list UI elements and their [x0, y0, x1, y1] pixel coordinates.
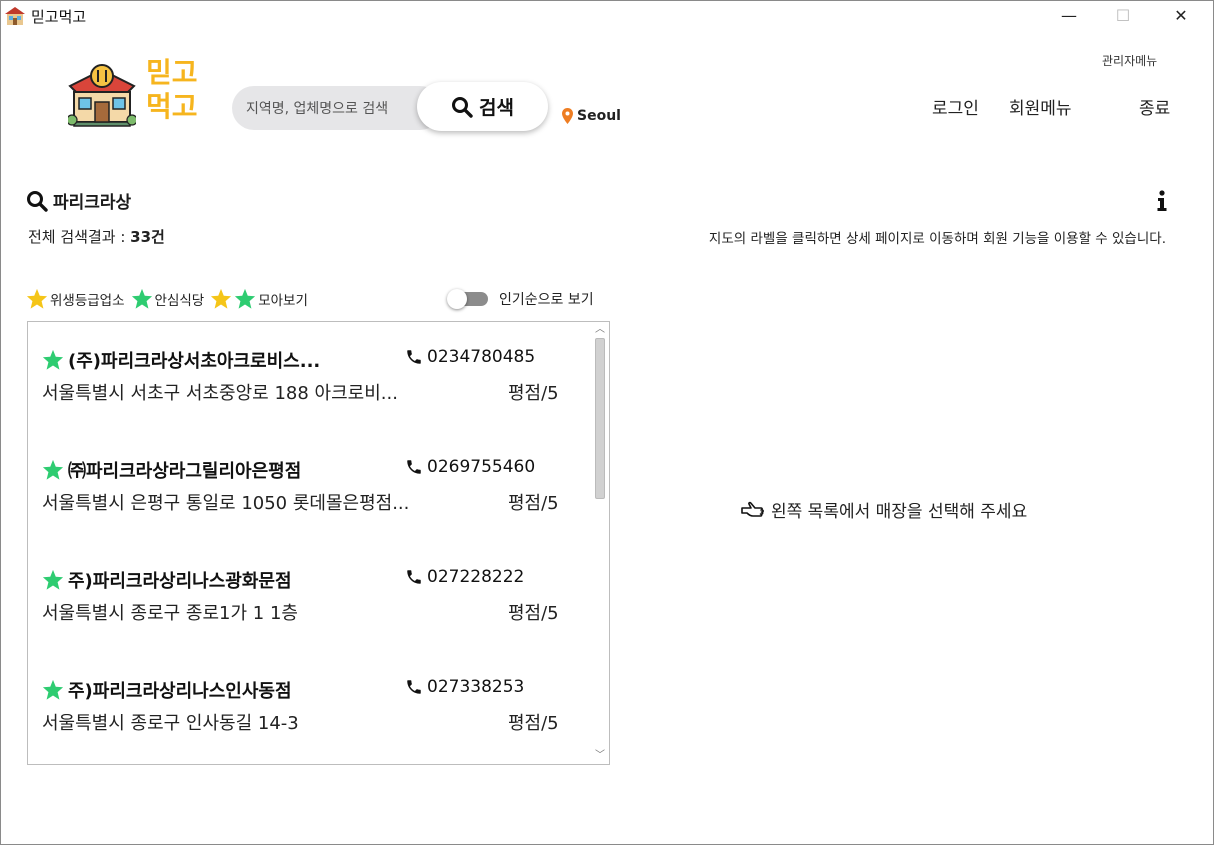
toggle-knob: [447, 289, 467, 309]
search-field-wrapper: [232, 86, 442, 132]
popularity-sort-toggle[interactable]: [447, 289, 489, 309]
exit-link[interactable]: 종료: [1139, 94, 1170, 119]
store-address: 서울특별시 종로구 종로1가 1 1층: [42, 603, 298, 624]
list-item[interactable]: (주)파리크라상서초아크로비스... 0234780485 서울특별시 서초구 …: [42, 322, 572, 404]
info-icon[interactable]: [1154, 190, 1170, 212]
phone-icon: [407, 680, 421, 694]
member-menu-link[interactable]: 회원메뉴: [1009, 94, 1072, 119]
total-results-count: 33건: [130, 228, 165, 246]
query-text: 파리크라상: [53, 193, 132, 213]
store-rating: 평점/5: [508, 383, 559, 404]
phone-icon: [407, 460, 421, 474]
yellow-star-icon: [211, 288, 232, 309]
phone-icon: [407, 570, 421, 584]
store-name: 주)파리크라상리나스인사동점: [68, 681, 292, 702]
restaurant-logo-icon: [68, 64, 136, 127]
location-indicator[interactable]: Seoul: [562, 108, 621, 124]
logo-line-2: 먹고: [146, 90, 198, 123]
green-star-icon: [42, 679, 64, 700]
list-item[interactable]: 주)파리크라상리나스광화문점 027228222 서울특별시 종로구 종로1가 …: [42, 542, 572, 624]
green-star-icon: [131, 288, 152, 309]
store-phone: 027228222: [427, 567, 525, 587]
maximize-button[interactable]: ☐: [1100, 1, 1146, 31]
pointing-hand-icon: [741, 501, 764, 517]
filter-bar: 위생등급업소 안심식당 모아보기: [26, 288, 314, 310]
yellow-star-icon: [26, 288, 48, 309]
green-star-icon: [235, 288, 256, 309]
info-message: 지도의 라벨을 클릭하면 상세 페이지로 이동하며 회원 기능을 이용할 수 있…: [708, 231, 1166, 247]
store-phone: 0269755460: [427, 457, 536, 477]
store-address: 서울특별시 종로구 인사동길 14-3: [42, 713, 299, 734]
logo-text: 믿고 먹고: [146, 56, 206, 124]
search-button-label: 검색: [479, 97, 514, 119]
total-results: 전체 검색결과 : 33건: [28, 226, 165, 247]
list-scrollbar[interactable]: ︿ ﹀: [592, 322, 608, 764]
title-bar: 믿고먹고 — ☐ ✕: [1, 1, 1213, 31]
store-address: 서울특별시 서초구 서초중앙로 188 아크로비...: [42, 383, 398, 404]
scroll-down-icon[interactable]: ﹀: [592, 748, 608, 764]
store-address: 서울특별시 은평구 통일로 1050 롯데몰은평점...: [42, 493, 410, 514]
app-icon: [5, 7, 25, 25]
location-label: Seoul: [577, 108, 621, 124]
store-name: 주)파리크라상리나스광화문점: [68, 571, 292, 592]
green-star-icon: [42, 569, 64, 590]
detail-placeholder: 왼쪽 목록에서 매장을 선택해 주세요: [741, 497, 1027, 522]
store-phone: 027338253: [427, 677, 525, 697]
total-results-label: 전체 검색결과 :: [28, 228, 131, 246]
result-list[interactable]: (주)파리크라상서초아크로비스... 0234780485 서울특별시 서초구 …: [27, 321, 610, 765]
filter-hygiene-label: 위생등급업소: [50, 293, 125, 309]
map-pin-icon: [562, 108, 573, 124]
window-title: 믿고먹고: [31, 8, 87, 26]
scroll-thumb[interactable]: [595, 338, 605, 499]
filter-safe[interactable]: 안심식당: [131, 288, 205, 310]
logo-line-1: 믿고: [146, 56, 198, 89]
detail-placeholder-text: 왼쪽 목록에서 매장을 선택해 주세요: [771, 502, 1028, 522]
admin-menu-link[interactable]: 관리자메뉴: [1102, 52, 1157, 69]
store-name: (주)파리크라상서초아크로비스...: [68, 351, 321, 372]
search-button[interactable]: 검색: [417, 82, 548, 131]
store-rating: 평점/5: [508, 713, 559, 734]
search-icon: [452, 96, 473, 118]
list-item[interactable]: 주)파리크라상리나스인사동점 027338253 서울특별시 종로구 인사동길 …: [42, 652, 572, 734]
filter-all-label: 모아보기: [258, 293, 308, 309]
filter-hygiene[interactable]: 위생등급업소: [26, 288, 125, 310]
filter-all[interactable]: 모아보기: [210, 288, 308, 310]
search-input[interactable]: [244, 86, 418, 132]
close-button[interactable]: ✕: [1158, 1, 1204, 31]
list-item[interactable]: ㈜파리크라상라그릴리아은평점 0269755460 서울특별시 은평구 통일로 …: [42, 432, 572, 514]
search-icon: [27, 190, 48, 212]
minimize-button[interactable]: —: [1046, 1, 1092, 31]
store-rating: 평점/5: [508, 493, 559, 514]
query-heading: 파리크라상: [26, 188, 131, 213]
store-rating: 평점/5: [508, 603, 559, 624]
popularity-sort-label: 인기순으로 보기: [499, 292, 594, 308]
filter-safe-label: 안심식당: [154, 293, 205, 309]
green-star-icon: [42, 459, 64, 480]
phone-icon: [407, 350, 421, 364]
scroll-up-icon[interactable]: ︿: [592, 322, 608, 338]
login-link[interactable]: 로그인: [932, 94, 979, 119]
store-name: ㈜파리크라상라그릴리아은평점: [68, 461, 302, 482]
green-star-icon: [42, 349, 64, 370]
store-phone: 0234780485: [427, 347, 536, 367]
